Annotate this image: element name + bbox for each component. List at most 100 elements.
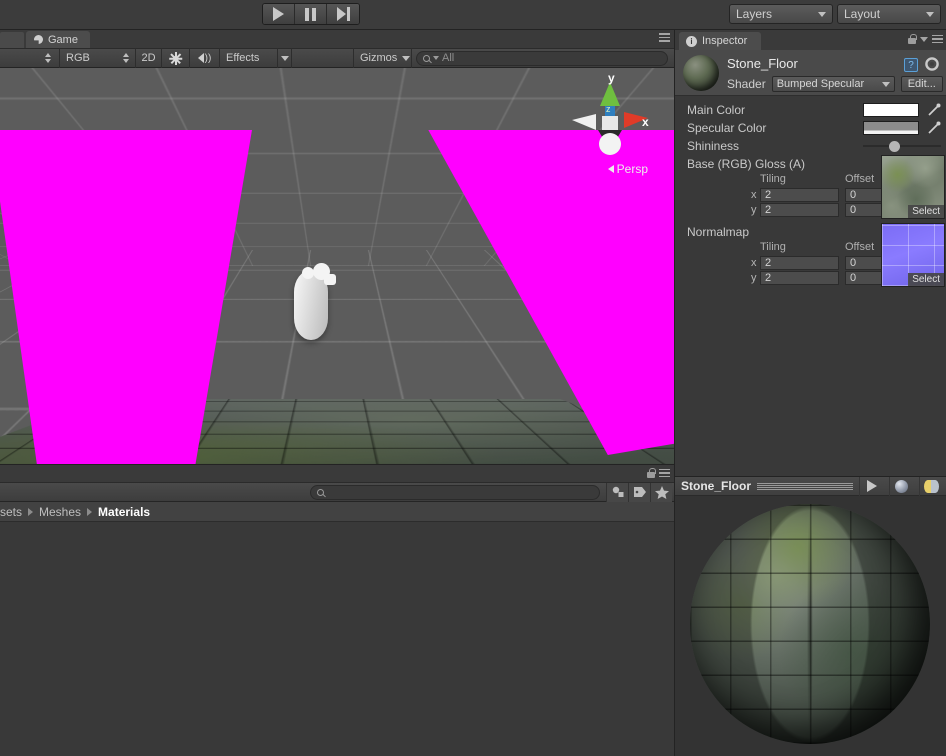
updown-arrows-icon [123, 53, 129, 63]
effects-caret[interactable] [278, 48, 292, 68]
game-search-wrap: All [412, 50, 674, 66]
base-texture-grid: Tiling Offset x y 2 2 0 0 Select [675, 155, 946, 221]
chevron-down-icon [926, 11, 934, 17]
tab-game-label: Game [48, 33, 78, 46]
toggle-lighting[interactable] [162, 48, 190, 68]
eyedropper-icon[interactable] [927, 121, 941, 135]
step-button[interactable] [327, 4, 359, 24]
shininess-slider-handle[interactable] [888, 140, 900, 152]
breadcrumb-item-materials[interactable]: Materials [98, 505, 150, 519]
label-icon[interactable] [628, 482, 650, 502]
capsule-detail-box [324, 274, 336, 285]
project-view-tabrow [0, 465, 674, 482]
material-header: Stone_Floor Shader Bumped Specular Edit.… [675, 50, 946, 96]
shininess-slider[interactable] [863, 140, 941, 152]
material-properties: Main Color Specular Color Shininess Base… [675, 96, 946, 476]
normalmap-tiling-y-field[interactable]: 2 [760, 271, 839, 285]
hamburger-menu-icon[interactable] [659, 33, 670, 42]
projection-mode-toggle[interactable]: Persp [607, 162, 648, 176]
game-view-toolbar: RGB 2D )) Effects Gizmos All [0, 48, 674, 68]
base-texture-preview[interactable]: Select [881, 155, 945, 219]
tab-inspector[interactable]: i Inspector [679, 32, 762, 50]
main-color-swatch[interactable] [863, 103, 919, 117]
sun-icon [169, 51, 183, 65]
base-tiling-y-field[interactable]: 2 [760, 203, 839, 217]
hamburger-menu-icon[interactable] [659, 468, 670, 478]
texture-slot-normalmap: Normalmap Tiling Offset x y 2 2 0 0 Sele… [675, 223, 946, 289]
inspector-panel: i Inspector Stone_Floor Shader Bumped Sp… [674, 30, 946, 476]
step-icon [336, 7, 350, 21]
lock-icon[interactable] [647, 468, 656, 478]
main-toolbar: Layers Layout [0, 0, 946, 30]
gear-icon[interactable] [925, 57, 940, 72]
search-input[interactable]: All [416, 50, 668, 66]
property-main-color: Main Color [675, 101, 946, 119]
game-viewport[interactable]: y x z Persp [0, 68, 674, 464]
eyedropper-icon[interactable] [927, 103, 941, 117]
preview-play-button[interactable] [859, 476, 883, 496]
layers-dropdown[interactable]: Layers [729, 4, 833, 24]
tab-stub[interactable] [0, 32, 24, 48]
preview-mesh-icon [895, 479, 908, 493]
two-d-label: 2D [141, 52, 156, 64]
aspect-dropdown[interactable] [0, 48, 60, 68]
search-value: All [442, 52, 455, 64]
preview-lighting-icon [924, 479, 939, 493]
updown-arrows-icon [45, 53, 51, 63]
specular-color-swatch[interactable] [863, 121, 919, 135]
x-axis-label: x [751, 257, 757, 269]
material-thumbnail [683, 55, 719, 91]
toolbar-spacer [292, 48, 354, 68]
edit-shader-button[interactable]: Edit... [900, 76, 943, 92]
preview-mesh-button[interactable] [889, 476, 913, 496]
help-icon[interactable]: ? [904, 58, 918, 72]
favorite-star-icon[interactable] [650, 482, 672, 502]
gizmos-dropdown[interactable]: Gizmos [354, 48, 412, 68]
material-name: Stone_Floor [727, 56, 798, 71]
property-specular-color: Specular Color [675, 119, 946, 137]
speaker-icon: )) [197, 53, 211, 64]
material-preview-panel: Stone_Floor [674, 476, 946, 756]
breadcrumb-item-assets[interactable]: sets [0, 505, 22, 519]
shader-dropdown[interactable]: Bumped Specular [771, 76, 895, 92]
offset-header: Offset [845, 173, 875, 185]
chevron-down-icon [433, 56, 439, 60]
chevron-down-icon [402, 55, 411, 61]
preview-sphere-shading [690, 504, 930, 744]
preview-viewport[interactable] [675, 496, 946, 756]
normalmap-tiling-x-field[interactable]: 2 [760, 256, 839, 270]
toggle-audio[interactable]: )) [190, 48, 220, 68]
texture-slot-base: Base (RGB) Gloss (A) Tiling Offset x y 2… [675, 155, 946, 221]
chevron-down-icon [881, 81, 890, 87]
play-icon [273, 7, 284, 21]
left-arrow-icon [607, 165, 614, 173]
play-button[interactable] [263, 4, 295, 24]
drag-grip-icon[interactable] [757, 482, 853, 490]
svg-text:x: x [642, 115, 649, 129]
lock-icon[interactable] [908, 34, 917, 44]
inspector-tabrow: i Inspector [675, 30, 946, 50]
toggle-2d[interactable]: 2D [136, 48, 162, 68]
hamburger-menu-icon[interactable] [932, 34, 943, 44]
preview-lighting-button[interactable] [919, 476, 943, 496]
base-texture-select-button[interactable]: Select [908, 205, 944, 218]
tab-game[interactable]: Game [26, 31, 90, 48]
pause-icon [305, 7, 316, 21]
project-search-input[interactable] [310, 484, 600, 500]
player-capsule [294, 270, 328, 340]
scene-orientation-gizmo[interactable]: y x z Persp [562, 71, 658, 182]
create-asset-icon[interactable] [606, 482, 628, 502]
chevron-down-icon[interactable] [920, 36, 928, 42]
pause-button[interactable] [295, 4, 327, 24]
effects-dropdown[interactable]: Effects [220, 48, 278, 68]
shininess-label: Shininess [687, 139, 740, 153]
base-tiling-x-field[interactable]: 2 [760, 188, 839, 202]
normalmap-texture-preview[interactable]: Select [881, 223, 945, 287]
chevron-down-icon [280, 55, 289, 61]
normalmap-select-button[interactable]: Select [908, 273, 944, 286]
normalmap-grid: Tiling Offset x y 2 2 0 0 Select [675, 223, 946, 289]
breadcrumb-item-meshes[interactable]: Meshes [39, 505, 81, 519]
color-mode-dropdown[interactable]: RGB [60, 48, 136, 68]
layout-dropdown[interactable]: Layout [837, 4, 941, 24]
project-asset-grid[interactable] [0, 522, 674, 756]
